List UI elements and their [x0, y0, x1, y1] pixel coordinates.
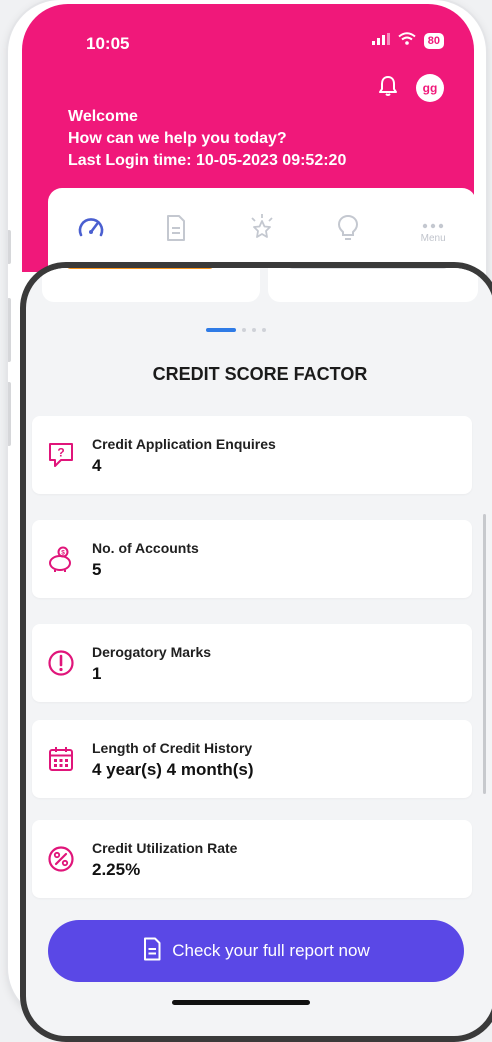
question-chat-icon: ?: [46, 440, 76, 470]
help-prompt: How can we help you today?: [68, 130, 287, 147]
header-actions: gg: [378, 74, 444, 102]
battery-indicator: 80: [423, 33, 444, 49]
score-card-current[interactable]: [42, 268, 260, 302]
score-card-next[interactable]: [268, 268, 478, 302]
last-login-text: Last Login time: 10-05-2023 09:52:20: [68, 152, 347, 169]
carousel-dot[interactable]: [262, 328, 266, 332]
factor-label: Credit Application Enquires: [92, 436, 276, 452]
signal-icon: [371, 32, 390, 50]
status-indicators: 80: [371, 32, 444, 50]
exclamation-circle-icon: [46, 648, 76, 678]
menu-label: Menu: [420, 232, 446, 244]
factor-value: 4: [92, 456, 102, 475]
status-time: 10:05: [86, 34, 130, 53]
welcome-block: Welcome How can we help you today? Last …: [68, 106, 346, 172]
tab-credit-score[interactable]: [61, 200, 121, 260]
carousel-dot[interactable]: [252, 328, 256, 332]
calendar-icon: [46, 744, 76, 774]
section-title: CREDIT SCORE FACTOR: [152, 364, 368, 384]
tab-rewards[interactable]: [232, 200, 292, 260]
carousel-dot-active[interactable]: [206, 328, 236, 332]
factor-credit-history[interactable]: Length of Credit History 4 year(s) 4 mon…: [32, 720, 472, 798]
tab-tips[interactable]: [318, 200, 378, 260]
star-badge-icon: [247, 213, 277, 248]
factor-value: 1: [92, 664, 102, 683]
welcome-text: Welcome: [68, 108, 138, 125]
lightbulb-icon: [336, 213, 360, 248]
check-report-button[interactable]: Check your full report now: [48, 920, 464, 982]
avatar[interactable]: gg: [416, 74, 444, 102]
tab-menu[interactable]: Menu: [403, 200, 463, 260]
piggy-bank-icon: $: [46, 544, 76, 574]
factor-value: 5: [92, 560, 102, 579]
tab-reports[interactable]: [146, 200, 206, 260]
factor-label: Credit Utilization Rate: [92, 840, 238, 856]
volume-up-button: [8, 298, 11, 362]
percent-icon: [46, 844, 76, 874]
credit-score-panel: CREDIT SCORE FACTOR ? Credit Application…: [20, 262, 492, 1042]
factor-label: Length of Credit History: [92, 740, 253, 756]
home-indicator[interactable]: [172, 1000, 310, 1005]
document-icon: [142, 937, 162, 966]
factor-value: 2.25%: [92, 860, 141, 879]
speedometer-icon: [76, 213, 106, 248]
factor-derogatory-marks[interactable]: Derogatory Marks 1: [32, 624, 472, 702]
factor-credit-enquiries[interactable]: ? Credit Application Enquires 4: [32, 416, 472, 494]
carousel-dot[interactable]: [242, 328, 246, 332]
tab-bar: Menu: [48, 188, 476, 272]
factor-value: 4 year(s) 4 month(s): [92, 760, 254, 779]
score-progress-bar: [66, 268, 214, 269]
factor-credit-utilization[interactable]: Credit Utilization Rate 2.25%: [32, 820, 472, 898]
side-button: [8, 230, 11, 264]
score-progress-bar-inactive: [288, 268, 448, 269]
bell-icon[interactable]: [378, 75, 398, 102]
check-report-label: Check your full report now: [172, 941, 370, 960]
document-icon: [164, 214, 188, 247]
factor-accounts[interactable]: $ No. of Accounts 5: [32, 520, 472, 598]
factor-label: No. of Accounts: [92, 540, 199, 556]
wifi-icon: [398, 32, 416, 50]
volume-down-button: [8, 382, 11, 446]
scrollbar[interactable]: [483, 514, 486, 794]
svg-text:?: ?: [57, 446, 64, 460]
svg-text:$: $: [61, 550, 65, 557]
carousel-indicator: [206, 328, 266, 332]
factor-label: Derogatory Marks: [92, 644, 212, 660]
